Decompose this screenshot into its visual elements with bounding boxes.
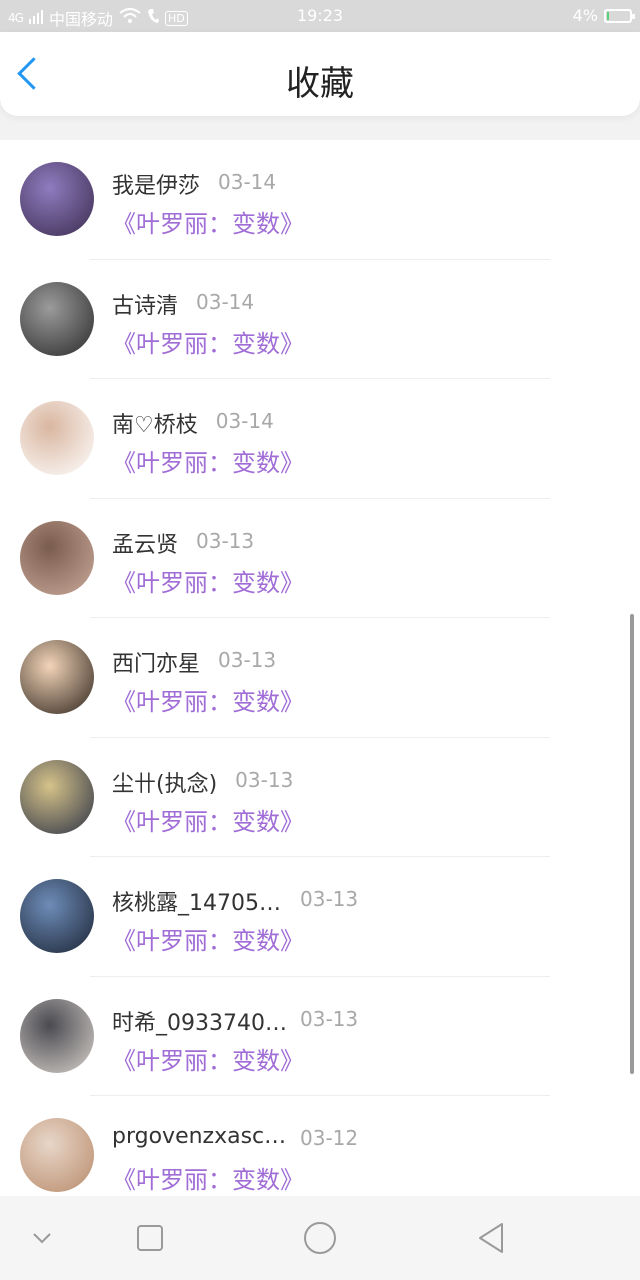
user-name[interactable]: 核桃露_14705…	[112, 885, 281, 917]
book-title[interactable]: 《叶罗丽：变数》	[112, 1041, 304, 1076]
list-item[interactable]: 核桃露_14705… 03-13 《叶罗丽：变数》	[0, 857, 640, 977]
book-title[interactable]: 《叶罗丽：变数》	[112, 324, 304, 359]
favorite-date: 03-14	[196, 289, 255, 314]
favorite-date: 03-13	[235, 767, 294, 792]
list-item[interactable]: 孟云贤 03-13 《叶罗丽：变数》	[0, 499, 640, 618]
favorite-date: 03-13	[218, 648, 277, 672]
book-title[interactable]: 《叶罗丽：变数》	[112, 802, 304, 837]
user-name[interactable]: 孟云贤	[112, 527, 178, 559]
user-name[interactable]: 尘卄(执念)	[112, 766, 217, 798]
user-name[interactable]: 古诗清	[112, 288, 178, 320]
battery-icon	[604, 8, 635, 23]
user-name[interactable]: 我是伊莎	[112, 168, 200, 200]
user-name[interactable]: 西门亦星	[112, 646, 200, 678]
avatar[interactable]	[20, 640, 94, 714]
book-title[interactable]: 《叶罗丽：变数》	[112, 682, 304, 717]
triangle-back-icon[interactable]	[472, 1218, 512, 1258]
avatar[interactable]	[20, 401, 94, 475]
page-title: 收藏	[286, 64, 354, 104]
book-title[interactable]: 《叶罗丽：变数》	[112, 921, 304, 956]
avatar[interactable]	[20, 281, 94, 356]
book-title[interactable]: 《叶罗丽：变数》	[112, 563, 304, 598]
user-name[interactable]: 时希_0933740…	[112, 1005, 287, 1037]
list-item[interactable]: 我是伊莎 03-14 《叶罗丽：变数》	[0, 140, 640, 260]
avatar[interactable]	[20, 162, 94, 236]
avatar[interactable]	[20, 879, 94, 953]
favorite-date: 03-13	[300, 887, 359, 911]
favorite-date: 03-12	[300, 1126, 359, 1150]
book-title[interactable]: 《叶罗丽：变数》	[112, 204, 304, 239]
chevron-down-icon[interactable]	[22, 1218, 62, 1258]
square-icon[interactable]	[130, 1218, 170, 1258]
scrollbar[interactable]	[630, 614, 634, 1074]
avatar[interactable]	[20, 520, 94, 595]
book-title[interactable]: 《叶罗丽：变数》	[112, 443, 304, 478]
status-bar: 4G 中国移动 HD 19:23 4%	[0, 0, 640, 32]
battery-text: 4%	[572, 6, 598, 25]
system-nav-bar	[0, 1196, 640, 1280]
header: 收藏	[0, 32, 640, 116]
book-title[interactable]: 《叶罗丽：变数》	[112, 1160, 304, 1195]
user-name[interactable]: prgovenzxascho…	[112, 1124, 287, 1149]
avatar[interactable]	[20, 998, 94, 1073]
user-name[interactable]: 南♡桥枝	[112, 407, 198, 439]
list-item[interactable]: 南♡桥枝 03-14 《叶罗丽：变数》	[0, 379, 640, 499]
list-item[interactable]: 尘卄(执念) 03-13 《叶罗丽：变数》	[0, 738, 640, 857]
list-item[interactable]: 西门亦星 03-13 《叶罗丽：变数》	[0, 618, 640, 738]
favorite-date: 03-14	[218, 170, 277, 194]
status-time: 19:23	[296, 6, 344, 25]
list-item[interactable]: 古诗清 03-14 《叶罗丽：变数》	[0, 260, 640, 379]
favorite-date: 03-13	[300, 1006, 359, 1031]
favorite-date: 03-14	[215, 409, 274, 433]
avatar[interactable]	[20, 759, 94, 834]
list-item[interactable]: 时希_0933740… 03-13 《叶罗丽：变数》	[0, 977, 640, 1096]
favorite-date: 03-13	[196, 528, 255, 553]
favorites-list[interactable]: 我是伊莎 03-14 《叶罗丽：变数》 古诗清 03-14 《叶罗丽：变数》 南♡桥枝 03-…	[0, 140, 640, 1196]
list-item[interactable]: prgovenzxascho… 03-12 《叶罗丽：变数》	[0, 1096, 640, 1196]
avatar[interactable]	[20, 1118, 94, 1192]
circle-icon[interactable]	[300, 1218, 340, 1258]
